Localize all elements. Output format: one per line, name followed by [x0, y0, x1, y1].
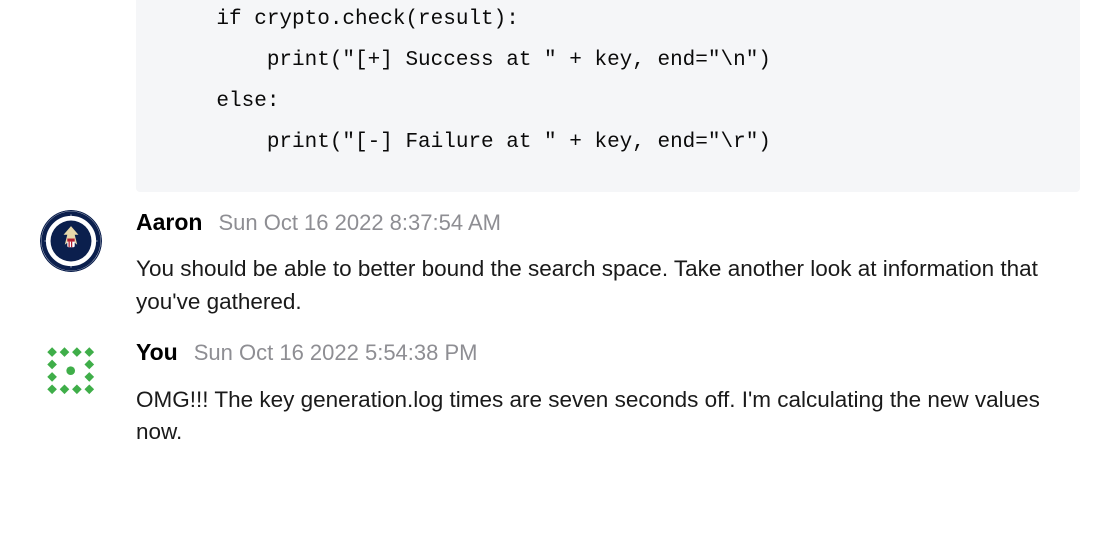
code-line: else: — [166, 90, 279, 113]
message-text: You should be able to better bound the s… — [136, 253, 1080, 318]
author-name: Aaron — [136, 206, 202, 239]
nsa-seal-avatar-icon — [40, 210, 102, 272]
code-block: if crypto.check(result): print("[+] Succ… — [136, 0, 1080, 192]
code-line: if crypto.check(result): — [166, 8, 519, 31]
message-you: You Sun Oct 16 2022 5:54:38 PM OMG!!! Th… — [0, 322, 1112, 453]
message-header: Aaron Sun Oct 16 2022 8:37:54 AM — [136, 206, 1080, 239]
message-timestamp: Sun Oct 16 2022 5:54:38 PM — [194, 337, 478, 369]
message-text: OMG!!! The key generation.log times are … — [136, 384, 1080, 449]
message-timestamp: Sun Oct 16 2022 8:37:54 AM — [218, 207, 501, 239]
avatar-column — [40, 206, 104, 272]
message-body: Aaron Sun Oct 16 2022 8:37:54 AM You sho… — [136, 206, 1080, 319]
code-line: print("[+] Success at " + key, end="\n") — [166, 49, 771, 72]
avatar-column — [40, 336, 104, 402]
chat-thread: if crypto.check(result): print("[+] Succ… — [0, 0, 1112, 453]
message-body: You Sun Oct 16 2022 5:54:38 PM OMG!!! Th… — [136, 336, 1080, 449]
code-line: print("[-] Failure at " + key, end="\r") — [166, 131, 771, 154]
author-name: You — [136, 336, 178, 369]
message-aaron: Aaron Sun Oct 16 2022 8:37:54 AM You sho… — [0, 192, 1112, 323]
message-header: You Sun Oct 16 2022 5:54:38 PM — [136, 336, 1080, 369]
identicon-avatar-icon — [40, 340, 102, 402]
